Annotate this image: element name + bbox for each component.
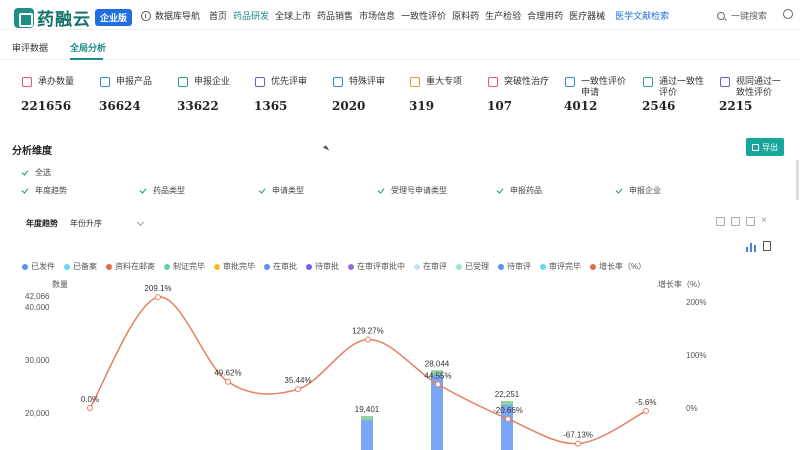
bar-cap [501, 401, 513, 406]
scrollbar[interactable] [796, 160, 799, 200]
bar-value-label: 19,401 [355, 405, 380, 414]
growth-point [365, 336, 371, 343]
growth-point [643, 407, 649, 414]
growth-point [87, 405, 93, 411]
growth-label: 209.1% [144, 284, 171, 293]
y2-tick-label: 0% [686, 404, 698, 413]
trend-chart: 20,000 30,000 40,000 42,066 200% 100% 0% 19,401… [25, 284, 706, 450]
growth-label: -5.6% [636, 398, 657, 407]
y-tick-label: 42,066 [25, 292, 50, 301]
growth-point [225, 378, 231, 385]
y2-tick-label: 100% [686, 351, 706, 360]
growth-point [575, 440, 581, 447]
growth-point [505, 415, 511, 422]
growth-point [435, 381, 441, 388]
growth-label: 35.44% [284, 376, 311, 385]
bar-value-label: 28,044 [425, 359, 450, 368]
growth-point [295, 386, 301, 393]
y2-tick-label: 200% [686, 298, 706, 307]
y-tick-label: 30,000 [25, 356, 50, 365]
growth-label: 129.27% [352, 326, 384, 335]
growth-label: -67.13% [563, 431, 593, 440]
y-tick-label: 40,000 [25, 303, 50, 312]
growth-label: 0.0% [81, 395, 99, 404]
growth-label: -20.66% [493, 406, 523, 415]
bar [361, 416, 373, 450]
bar-cap [361, 416, 373, 421]
growth-label: 49.62% [214, 369, 241, 378]
growth-point [155, 294, 161, 301]
growth-label: 44.55% [424, 371, 451, 380]
bar-value-label: 22,251 [495, 390, 520, 399]
y-tick-label: 20,000 [25, 409, 50, 418]
